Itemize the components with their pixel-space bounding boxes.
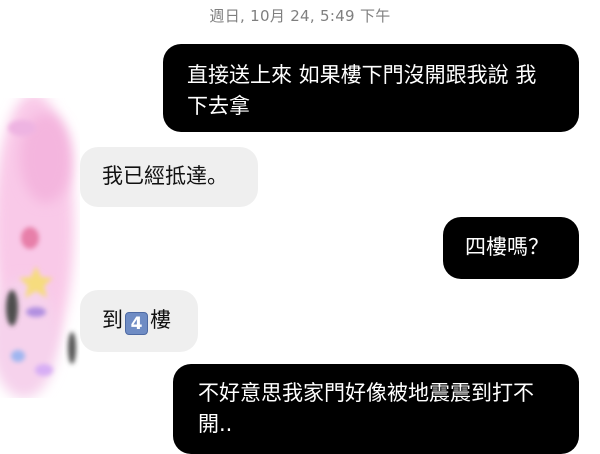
message-text: 四樓嗎？ <box>465 235 549 259</box>
message-text-after: 樓 <box>150 308 171 332</box>
blurred-sticker-avatar-icon <box>0 98 80 398</box>
avatar[interactable] <box>0 98 80 398</box>
outgoing-message-bubble[interactable]: 四樓嗎？ <box>443 217 579 279</box>
outgoing-message-bubble[interactable]: 直接送上來 如果樓下門沒開跟我說 我下去拿 <box>163 44 579 132</box>
message-text: 不好意思我家門好像被地震震到打不開.. <box>198 381 534 436</box>
chat-timestamp: 週日, 10月 24, 5:49 下午 <box>209 7 391 25</box>
incoming-message-bubble[interactable]: 到4樓 <box>80 290 198 352</box>
incoming-message-bubble[interactable]: 我已經抵達。 <box>80 147 258 207</box>
keycap-digit-four-icon: 4 <box>125 312 148 335</box>
message-text: 直接送上來 如果樓下門沒開跟我說 我下去拿 <box>187 63 537 118</box>
message-text-before: 到 <box>102 308 123 332</box>
outgoing-message-bubble[interactable]: 不好意思我家門好像被地震震到打不開.. <box>173 364 579 454</box>
message-text: 我已經抵達。 <box>102 164 228 188</box>
